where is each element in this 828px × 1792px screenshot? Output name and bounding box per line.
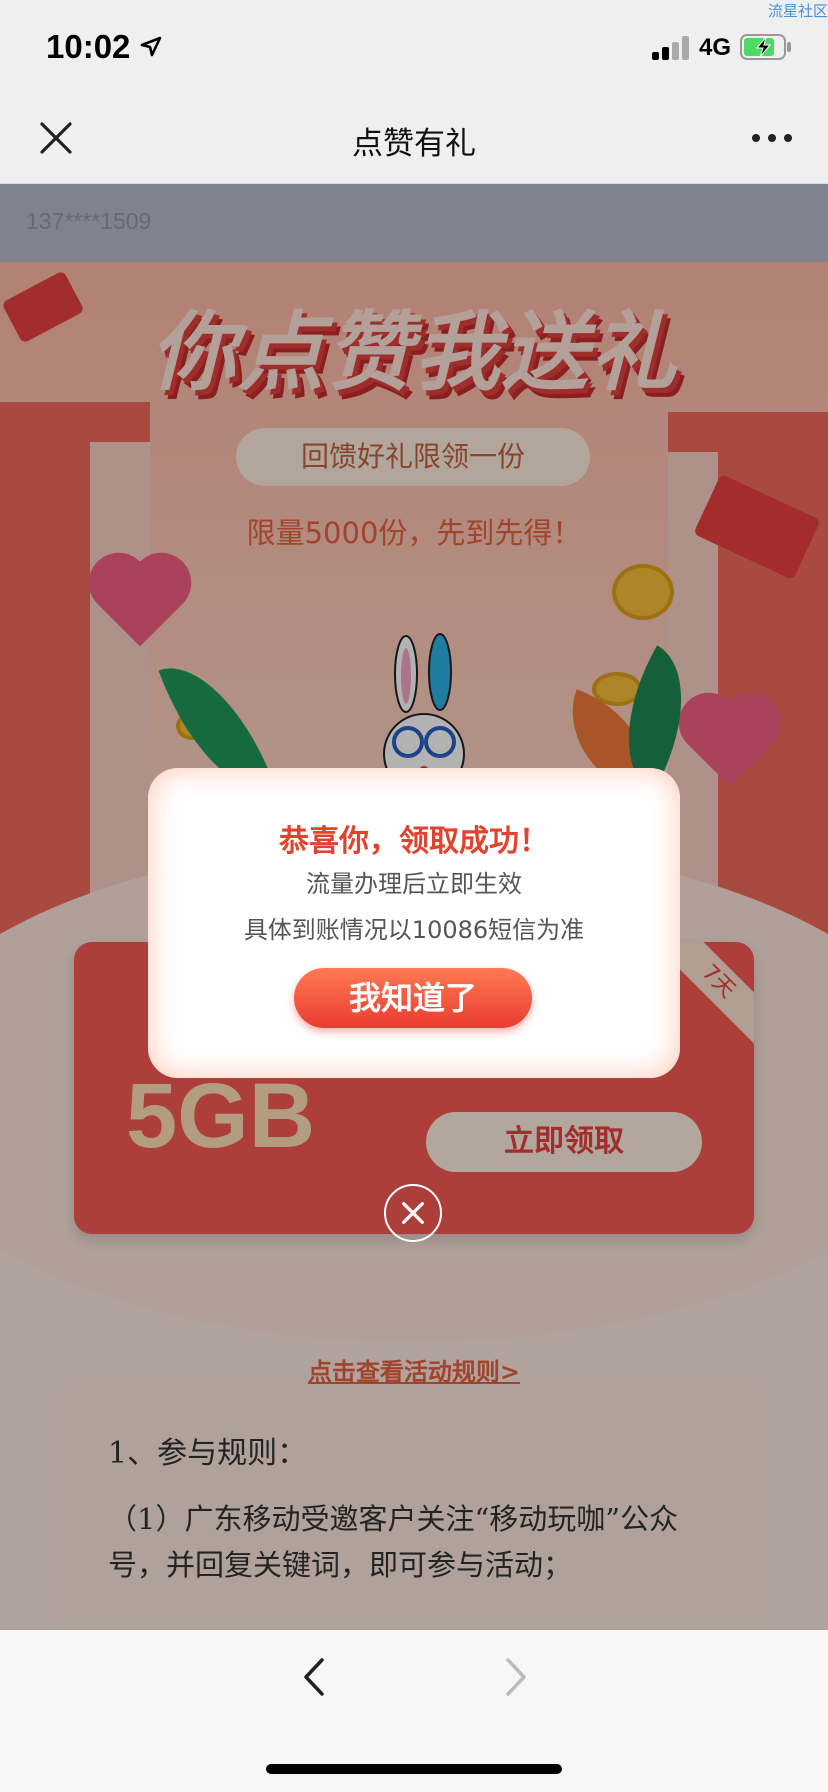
watermark: 流星社区 — [767, 2, 828, 20]
dialog-message-line2: 具体到账情况以10086短信为准 — [243, 916, 585, 944]
battery-charging-icon — [740, 34, 791, 60]
home-indicator[interactable] — [266, 1764, 562, 1774]
network-type: 4G — [699, 34, 732, 61]
cellular-signal-icon — [652, 36, 692, 60]
chevron-left-icon[interactable] — [296, 1654, 332, 1700]
chevron-right-icon[interactable] — [498, 1654, 534, 1700]
success-dialog: 恭喜你，领取成功！ 流量办理后立即生效 具体到账情况以10086短信为准 我知道… — [148, 768, 680, 1078]
page-title: 点赞有礼 — [352, 126, 476, 162]
acknowledge-button[interactable]: 我知道了 — [294, 968, 532, 1028]
location-arrow-icon — [140, 36, 162, 57]
nav-bar: 点赞有礼 — [0, 92, 828, 184]
status-bar: 流星社区 10:02 4G — [0, 0, 828, 92]
more-icon[interactable] — [750, 130, 794, 146]
dialog-title: 恭喜你，领取成功！ — [279, 824, 549, 859]
browser-toolbar — [0, 1630, 828, 1792]
circle-close-icon[interactable] — [384, 1184, 442, 1242]
status-time: 10:02 — [46, 28, 131, 65]
dialog-message-line1: 流量办理后立即生效 — [306, 870, 522, 898]
